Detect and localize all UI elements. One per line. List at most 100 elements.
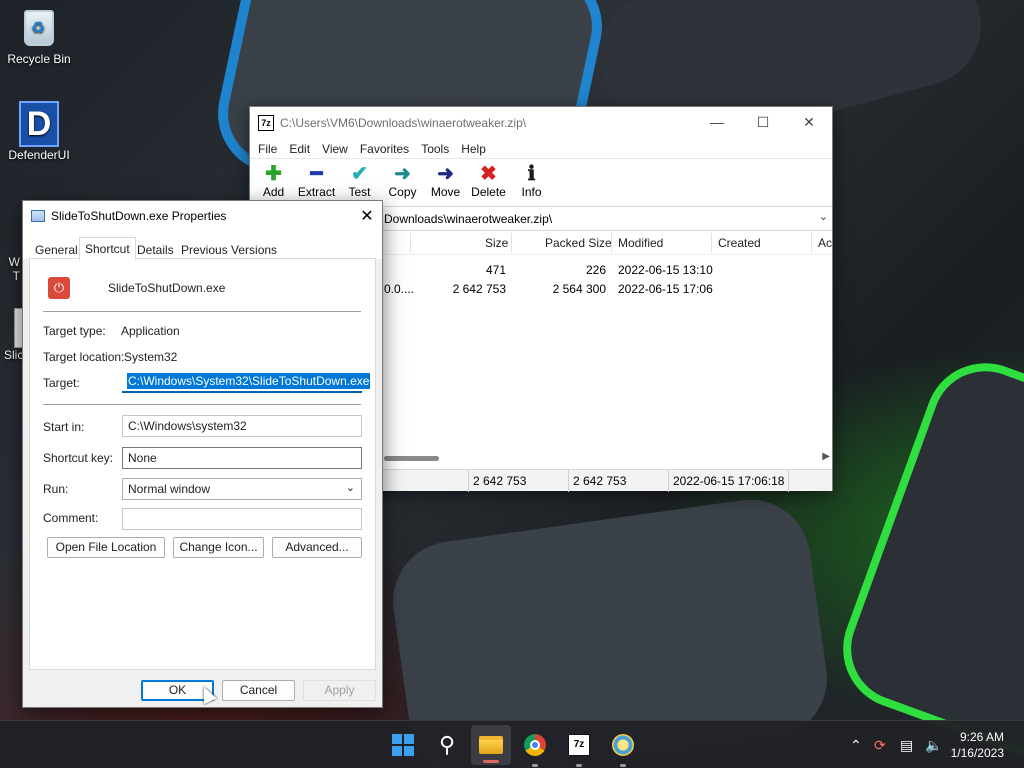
desktop-icon-partial[interactable]: W T [0, 255, 20, 283]
chevron-down-icon: ⌄ [345, 482, 355, 494]
advanced-button[interactable]: Advanced... [272, 537, 362, 558]
desktop-icon-recycle-bin[interactable]: Recycle Bin [3, 8, 75, 66]
volume-icon[interactable]: 🔈 [925, 737, 942, 754]
menu-edit[interactable]: Edit [283, 142, 316, 156]
column-packed-size[interactable]: Packed Size [545, 236, 612, 250]
menu-tools[interactable]: Tools [415, 142, 455, 156]
tool-label: Extract [297, 185, 336, 199]
copy-arrow-icon: ➜ [394, 163, 411, 185]
extract-button[interactable]: ━ Extract [295, 159, 338, 206]
desktop-icon-defenderui[interactable]: D DefenderUI [3, 101, 75, 162]
close-button[interactable]: ✕ [352, 206, 382, 226]
info-button[interactable]: ℹ Info [510, 159, 553, 206]
tool-label: Add [262, 185, 285, 199]
start-in-label: Start in: [43, 420, 85, 434]
chevron-up-icon[interactable]: ⌃ [850, 737, 862, 754]
running-indicator [620, 764, 626, 767]
title-bar[interactable]: 7z C:\Users\VM6\Downloads\winaerotweaker… [250, 107, 832, 139]
open-file-location-button[interactable]: Open File Location [47, 537, 165, 558]
tab-shortcut[interactable]: Shortcut [79, 237, 136, 260]
menu-favorites[interactable]: Favorites [354, 142, 415, 156]
run-label: Run: [43, 482, 69, 496]
test-button[interactable]: ✔ Test [338, 159, 381, 206]
run-value: Normal window [128, 482, 211, 496]
scrollbar-thumb[interactable] [384, 456, 439, 461]
properties-dialog[interactable]: SlideToShutDown.exe Properties ✕ General… [22, 200, 383, 708]
search-button[interactable]: ⚲ [433, 731, 461, 759]
settings-app-button[interactable] [609, 731, 637, 767]
cancel-button[interactable]: Cancel [222, 680, 295, 701]
tool-label: Test [348, 185, 371, 199]
row-size: 2 642 753 [452, 282, 506, 296]
move-button[interactable]: ➜ Move [424, 159, 467, 206]
minimize-button[interactable]: — [694, 107, 740, 139]
comment-label: Comment: [43, 511, 99, 525]
title-bar[interactable]: SlideToShutDown.exe Properties ✕ [23, 201, 382, 231]
target-location-label: Target location: [43, 350, 125, 364]
divider [43, 404, 361, 405]
copy-button[interactable]: ➜ Copy [381, 159, 424, 206]
start-in-field[interactable]: C:\Windows\system32 [122, 415, 362, 437]
clock-time: 9:26 AM [959, 730, 1004, 744]
maximize-button[interactable]: ☐ [740, 107, 786, 139]
add-button[interactable]: ✚ Add [252, 159, 295, 206]
delete-button[interactable]: ✖ Delete [467, 159, 510, 206]
tool-label: Delete [471, 185, 506, 199]
defender-icon: D [19, 101, 59, 147]
run-select[interactable]: Normal window ⌄ [122, 478, 362, 500]
menu-view[interactable]: View [316, 142, 354, 156]
running-indicator [532, 764, 538, 767]
desktop-icon-label: T [12, 269, 20, 283]
tool-label: Move [430, 185, 461, 199]
comment-field[interactable] [122, 508, 362, 530]
row-name: 0.0.... [384, 282, 415, 296]
7zip-taskbar-button[interactable]: 7z [565, 731, 593, 767]
minus-icon: ━ [310, 163, 323, 185]
horizontal-scrollbar[interactable]: ▶ [384, 451, 834, 465]
shortcut-key-field[interactable]: None [122, 447, 362, 469]
desktop-icon-label: DefenderUI [8, 148, 70, 162]
running-indicator [483, 760, 499, 763]
running-indicator [576, 764, 582, 767]
row-size: 471 [485, 263, 506, 277]
recycle-bin-icon [19, 8, 59, 48]
move-arrow-icon: ➜ [437, 163, 454, 185]
clock[interactable]: 9:26 AM 1/16/2023 [951, 729, 1004, 761]
shutdown-icon: ⏻ [48, 277, 70, 299]
chrome-button[interactable] [521, 731, 549, 767]
chevron-down-icon[interactable]: ⌄ [819, 210, 828, 223]
7zip-icon: 7z [568, 734, 590, 756]
column-created[interactable]: Created [718, 236, 761, 250]
scroll-right-icon[interactable]: ▶ [822, 451, 830, 462]
network-icon[interactable]: ▤ [900, 737, 913, 754]
target-type-value: Application [121, 324, 180, 338]
status-modified: 2022-06-15 17:06:18 [673, 474, 785, 488]
target-label: Target: [43, 376, 80, 390]
sync-error-icon[interactable]: ⟳ [874, 737, 886, 754]
start-button[interactable] [389, 731, 417, 759]
menu-file[interactable]: File [252, 142, 283, 156]
tool-label: Copy [388, 185, 417, 199]
row-modified: 2022-06-15 17:06 [618, 282, 713, 296]
wallpaper-shape [826, 346, 1024, 768]
address-text: Downloads\winaerotweaker.zip\ [384, 211, 553, 226]
row-modified: 2022-06-15 13:10 [618, 263, 713, 277]
window-icon [31, 210, 45, 222]
apply-button[interactable]: Apply [303, 680, 376, 701]
change-icon-button[interactable]: Change Icon... [173, 537, 264, 558]
plus-icon: ✚ [265, 163, 282, 185]
delete-x-icon: ✖ [480, 163, 497, 185]
gear-icon [612, 734, 634, 756]
menu-help[interactable]: Help [455, 142, 492, 156]
close-button[interactable]: ✕ [786, 107, 832, 139]
column-size[interactable]: Size [485, 236, 508, 250]
file-explorer-button[interactable] [471, 725, 511, 765]
tool-label: Info [521, 185, 542, 199]
column-attributes[interactable]: Ac [818, 236, 832, 250]
dialog-title: SlideToShutDown.exe Properties [51, 209, 227, 223]
target-field[interactable]: C:\Windows\System32\SlideToShutDown.exe [122, 371, 371, 393]
column-modified[interactable]: Modified [618, 236, 663, 250]
target-value: C:\Windows\System32\SlideToShutDown.exe [127, 373, 371, 389]
folder-icon [479, 736, 503, 754]
check-icon: ✔ [351, 163, 368, 185]
